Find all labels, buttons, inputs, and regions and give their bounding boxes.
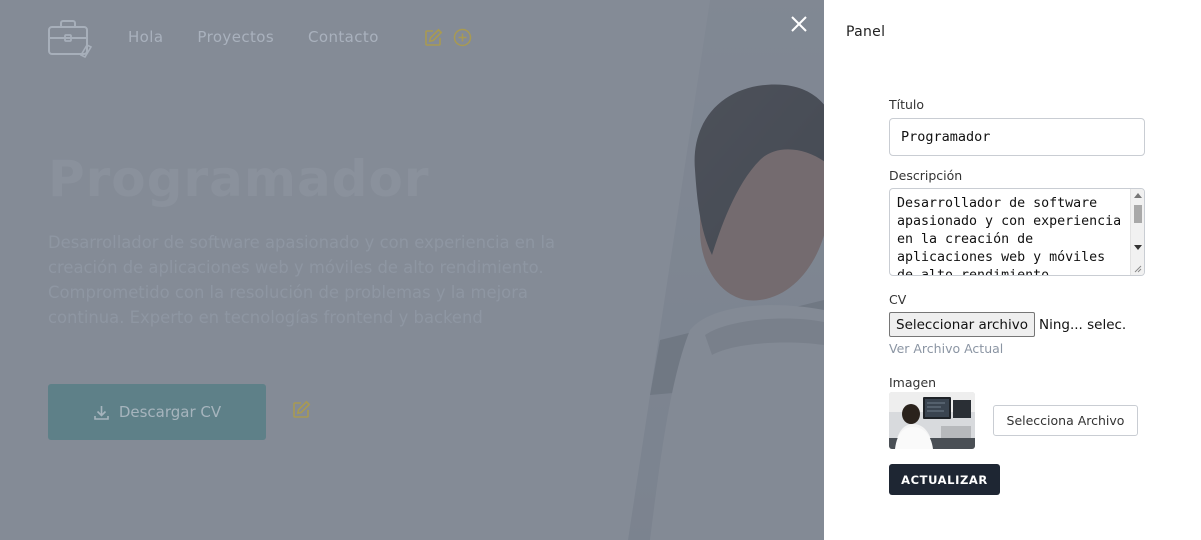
nav-link-hola[interactable]: Hola <box>128 28 163 46</box>
cv-file-status: Ning... selec. <box>1038 316 1127 333</box>
panel-title: Panel <box>846 24 886 40</box>
descripcion-text: Desarrollador de software apasionado y c… <box>897 196 1122 276</box>
textarea-scrollbar[interactable] <box>1130 189 1144 275</box>
hero-description: Desarrollador de software apasionado y c… <box>48 233 556 327</box>
descripcion-textarea[interactable]: Desarrollador de software apasionado y c… <box>889 188 1145 276</box>
download-icon <box>94 405 109 420</box>
cv-label: CV <box>889 292 907 307</box>
image-thumbnail <box>889 392 975 449</box>
scroll-down-icon[interactable] <box>1134 245 1142 250</box>
nav-link-proyectos[interactable]: Proyectos <box>197 28 274 46</box>
nav-link-contacto[interactable]: Contacto <box>308 28 379 46</box>
edit-hero-icon[interactable] <box>292 400 311 419</box>
nav-actions <box>424 28 472 47</box>
titulo-label: Título <box>889 97 925 112</box>
background-page: Hola Proyectos Contacto Programador Desa… <box>0 0 824 540</box>
descripcion-label: Descripción <box>889 168 963 183</box>
cv-select-button[interactable]: Seleccionar archivo <box>889 312 1035 337</box>
scroll-up-icon[interactable] <box>1134 193 1142 198</box>
plus-circle-icon[interactable] <box>453 28 472 47</box>
briefcase-icon[interactable] <box>47 18 93 58</box>
actualizar-button[interactable]: ACTUALIZAR <box>889 464 1000 495</box>
imagen-select-button[interactable]: Selecciona Archivo <box>993 405 1138 436</box>
hero-title: Programador <box>48 150 430 208</box>
resize-grip-icon[interactable] <box>1133 264 1142 273</box>
download-cv-label: Descargar CV <box>118 403 222 421</box>
edit-icon[interactable] <box>424 28 443 47</box>
ver-archivo-link[interactable]: Ver Archivo Actual <box>889 341 1003 356</box>
titulo-input[interactable] <box>889 118 1145 156</box>
download-cv-button[interactable]: Descargar CV <box>48 384 266 440</box>
main-nav: Hola Proyectos Contacto <box>128 28 379 46</box>
cv-file-input: Seleccionar archivo Ning... selec. <box>889 312 1126 337</box>
edit-panel: Panel Título Descripción Desarrollador d… <box>824 0 1201 540</box>
close-icon[interactable] <box>788 13 810 35</box>
scroll-thumb[interactable] <box>1134 205 1142 223</box>
imagen-label: Imagen <box>889 375 937 390</box>
